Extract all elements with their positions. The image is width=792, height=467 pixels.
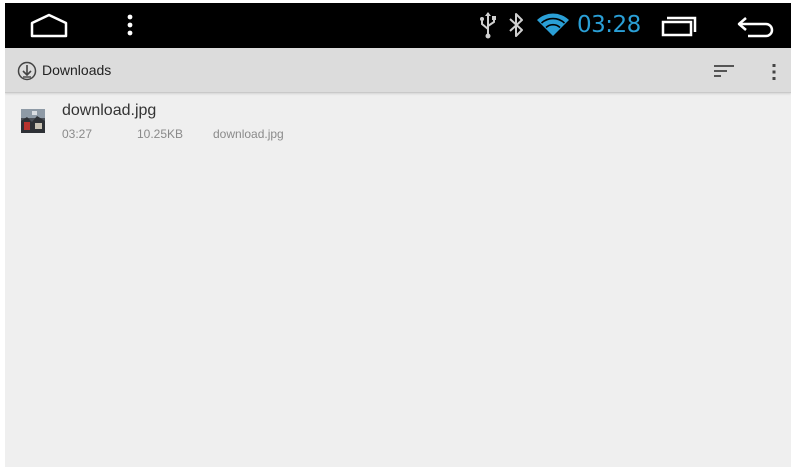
status-clock: 03:28: [577, 12, 641, 38]
file-time: 03:27: [62, 127, 93, 141]
sort-icon[interactable]: [713, 63, 735, 79]
wifi-icon: [537, 13, 569, 36]
file-description: download.jpg: [213, 127, 284, 141]
downloads-list: download.jpg 03:27 10.25KB download.jpg: [5, 93, 791, 149]
list-item[interactable]: download.jpg 03:27 10.25KB download.jpg: [5, 93, 791, 149]
action-bar-title[interactable]: Downloads: [42, 62, 111, 78]
action-bar: Downloads: [5, 48, 791, 93]
bluetooth-icon: [509, 13, 523, 37]
usb-icon: [480, 12, 496, 39]
overflow-menu-icon[interactable]: [770, 62, 778, 82]
back-icon[interactable]: [736, 14, 776, 38]
recents-icon[interactable]: [660, 15, 698, 37]
file-size: 10.25KB: [137, 127, 184, 141]
download-icon: [17, 61, 37, 81]
home-icon[interactable]: [29, 12, 69, 38]
menu-icon[interactable]: [123, 13, 137, 37]
image-thumbnail-icon: [21, 109, 45, 133]
file-name: download.jpg: [62, 102, 157, 119]
status-bar: 03:28: [5, 3, 791, 48]
screen: 03:28 Downloads download.jpg 03:27 10.25…: [5, 3, 791, 467]
